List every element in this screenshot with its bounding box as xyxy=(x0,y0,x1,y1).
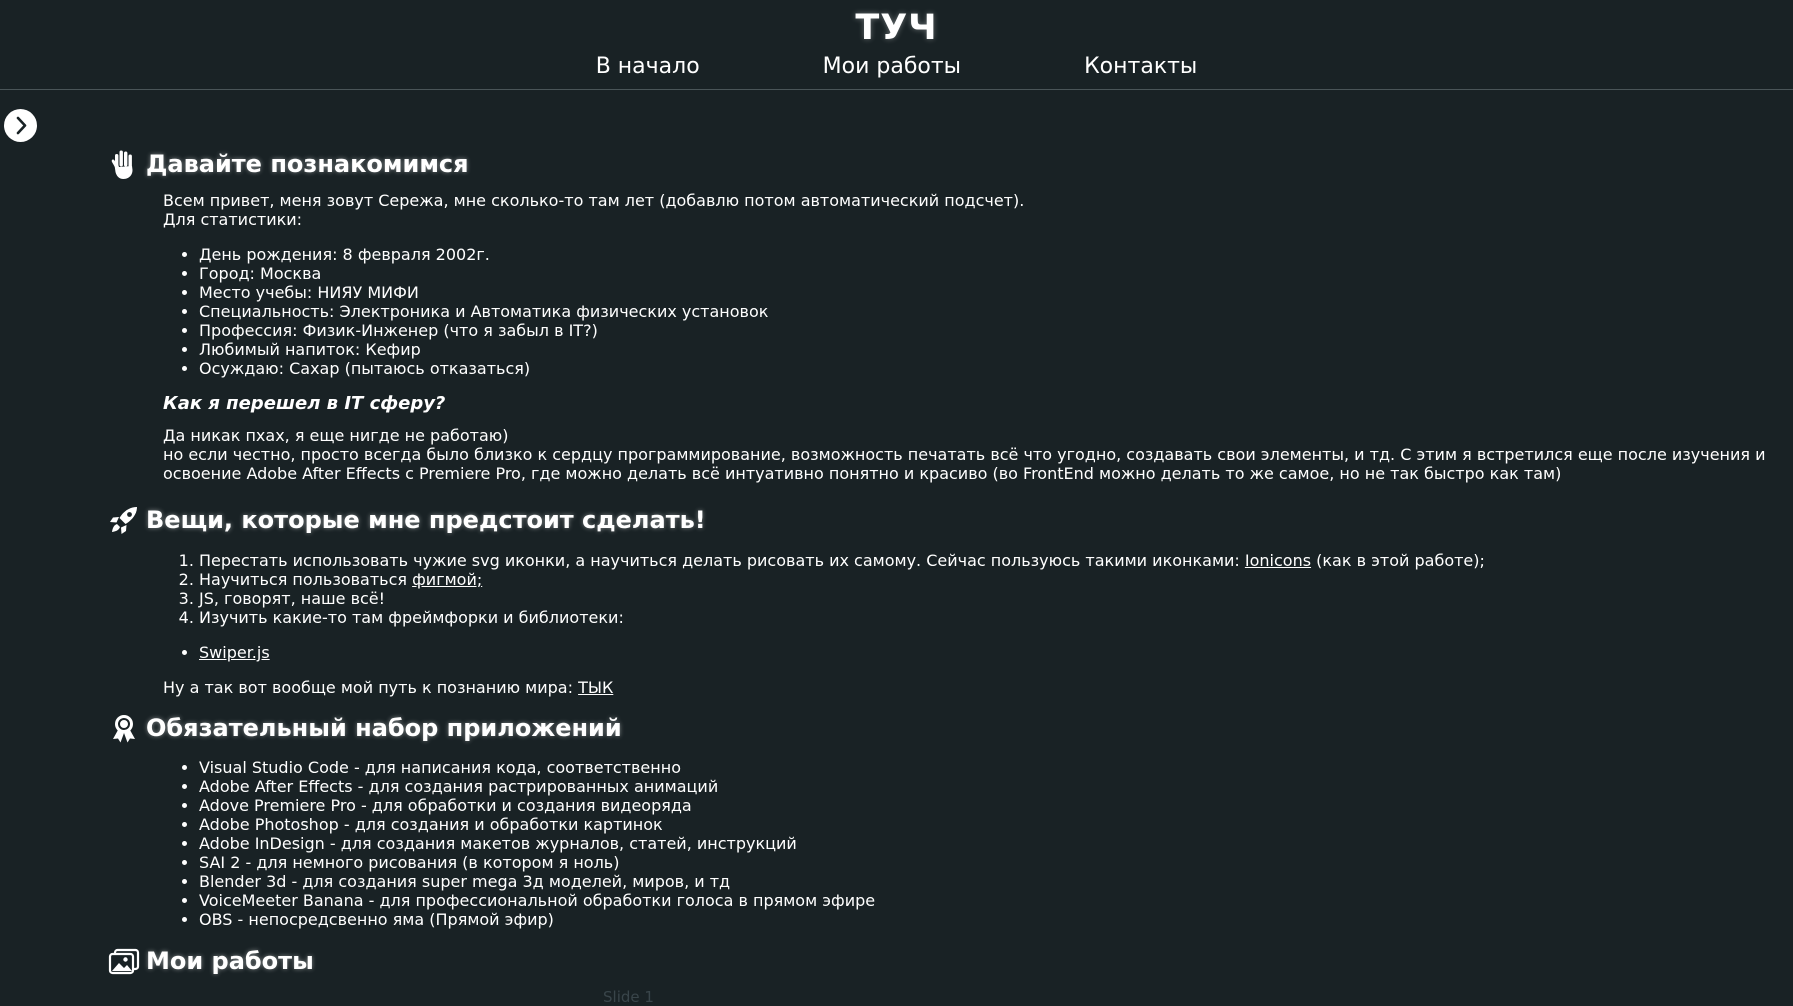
nav-link-works[interactable]: Мои работы xyxy=(823,54,961,79)
libs-list: Swiper.js xyxy=(163,643,1485,662)
main-nav: В начало Мои работы Контакты xyxy=(0,54,1793,79)
section-todo-heading: Вещи, которые мне предстоит сделать! xyxy=(108,500,706,540)
list-item: Осуждаю: Сахар (пытаюсь отказаться) xyxy=(199,359,1766,378)
path-text-line: Ну а так вот вообще мой путь к познанию … xyxy=(163,678,1485,697)
section-title-text: Мои работы xyxy=(146,947,314,975)
story-text: но если честно, просто всегда было близк… xyxy=(163,445,1766,464)
todo-item-tail: (как в этой работе); xyxy=(1311,551,1485,570)
nav-link-home[interactable]: В начало xyxy=(596,54,700,79)
rocket-icon xyxy=(110,507,137,534)
images-icon xyxy=(108,948,140,975)
section-title-text: Давайте познакомимся xyxy=(146,150,469,178)
list-item: Специальность: Электроника и Автоматика … xyxy=(199,302,1766,321)
slide-label: Slide 1 xyxy=(603,988,654,1006)
list-item: Adove Premiere Pro - для обработки и соз… xyxy=(199,796,875,815)
list-item: SAI 2 - для немного рисования (в котором… xyxy=(199,853,875,872)
list-item: VoiceMeeter Banana - для профессионально… xyxy=(199,891,875,910)
list-item: OBS - непосредсвенно яма (Прямой эфир) xyxy=(199,910,875,929)
section-title-text: Обязательный набор приложений xyxy=(146,714,622,742)
list-item: Adobe InDesign - для создания макетов жу… xyxy=(199,834,875,853)
nav-link-contacts[interactable]: Контакты xyxy=(1084,54,1197,79)
list-item: Adobe Photoshop - для создания и обработ… xyxy=(199,815,875,834)
section-about-heading: Давайте познакомимся xyxy=(108,144,469,184)
apps-content: Visual Studio Code - для написания кода,… xyxy=(163,758,875,929)
intro-text-stats-label: Для статистики: xyxy=(163,210,303,229)
list-item: Blender 3d - для создания super mega 3д … xyxy=(199,872,875,891)
figma-link[interactable]: фигмой; xyxy=(412,570,482,589)
section-title-text: Вещи, которые мне предстоит сделать! xyxy=(146,506,706,534)
todo-content: Перестать использовать чужие svg иконки,… xyxy=(163,551,1485,697)
list-item: Visual Studio Code - для написания кода,… xyxy=(199,758,875,777)
path-link[interactable]: ТЫК xyxy=(578,678,613,697)
path-text: Ну а так вот вообще мой путь к познанию … xyxy=(163,678,579,697)
section-apps-heading: Обязательный набор приложений xyxy=(108,708,622,748)
sidebar-toggle-button[interactable] xyxy=(4,109,37,142)
todo-item-text: Научиться пользоваться xyxy=(199,570,413,589)
list-item: Любимый напиток: Кефир xyxy=(199,340,1766,359)
story-text: Да никак пхах, я еще нигде не работаю) xyxy=(163,426,509,445)
list-item: Изучить какие-то там фреймфорки и библио… xyxy=(199,608,1485,627)
list-item: Научиться пользоваться фигмой; xyxy=(199,570,1485,589)
site-logo[interactable]: ТУЧ xyxy=(0,8,1793,48)
intro-text: Всем привет, меня зовут Сережа, мне скол… xyxy=(163,191,1025,210)
list-item: Adobe After Effects - для создания растр… xyxy=(199,777,875,796)
section-works-heading: Мои работы xyxy=(108,941,314,981)
swiper-link[interactable]: Swiper.js xyxy=(199,643,270,662)
list-item: Город: Москва xyxy=(199,264,1766,283)
list-item: Место учебы: НИЯУ МИФИ xyxy=(199,283,1766,302)
apps-list: Visual Studio Code - для написания кода,… xyxy=(163,758,875,929)
list-item: День рождения: 8 февраля 2002г. xyxy=(199,245,1766,264)
site-header: ТУЧ В начало Мои работы Контакты xyxy=(0,0,1793,90)
story-text: освоение Adobe After Effects с Premiere … xyxy=(163,464,1562,483)
list-item: Профессия: Физик-Инженер (что я забыл в … xyxy=(199,321,1766,340)
ribbon-icon xyxy=(113,715,135,743)
about-content: Всем привет, меня зовут Сережа, мне скол… xyxy=(163,191,1766,483)
chevron-forward-icon xyxy=(16,116,27,135)
hand-icon xyxy=(111,150,133,179)
about-subheading: Как я перешел в IT сферу? xyxy=(163,393,446,414)
todo-list: Перестать использовать чужие svg иконки,… xyxy=(163,551,1485,627)
list-item: Swiper.js xyxy=(199,643,1485,662)
list-item: Перестать использовать чужие svg иконки,… xyxy=(199,551,1485,570)
todo-item-text: Перестать использовать чужие svg иконки,… xyxy=(199,551,1245,570)
ionicons-link[interactable]: Ionicons xyxy=(1245,551,1311,570)
list-item: JS, говорят, наше всё! xyxy=(199,589,1485,608)
stats-list: День рождения: 8 февраля 2002г. Город: М… xyxy=(163,245,1766,378)
